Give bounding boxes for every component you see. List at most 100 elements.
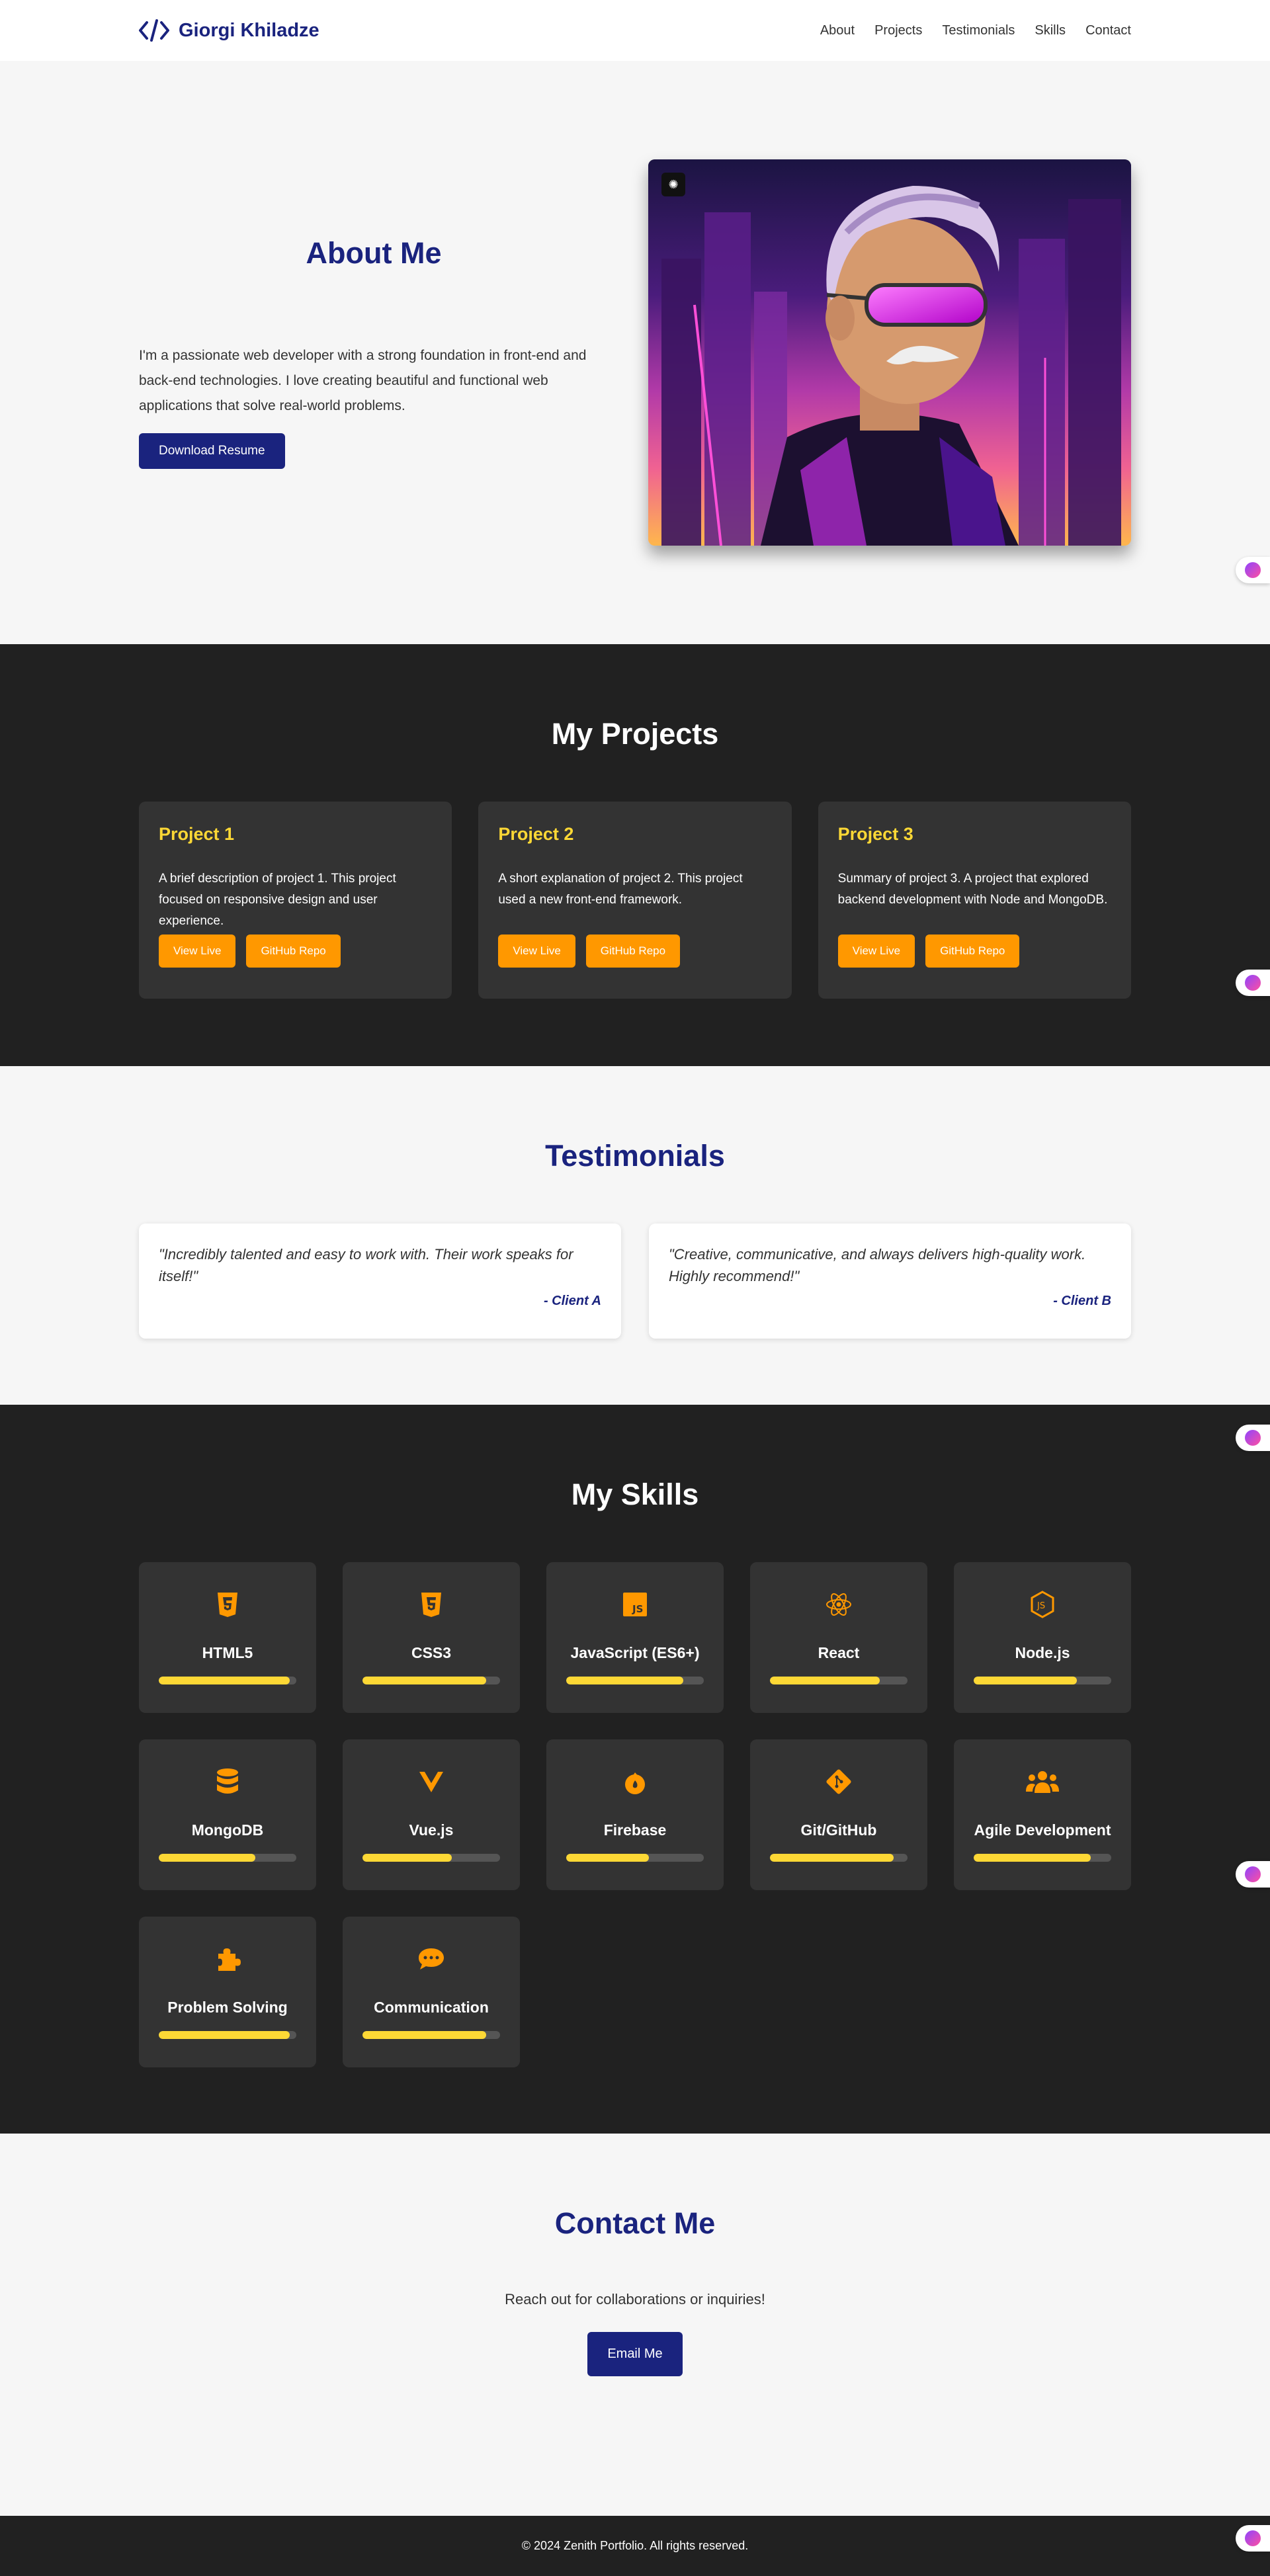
skill-card: Git/GitHub [750,1739,927,1890]
skill-name: Git/GitHub [800,1821,877,1839]
skills-title: My Skills [571,1477,699,1511]
about-section: About Me I'm a passionate web developer … [0,61,1270,644]
skill-progress-fill [770,1854,894,1862]
skill-card: React [750,1562,927,1713]
svg-text:JS: JS [632,1603,643,1615]
skill-name: Problem Solving [167,1999,288,2016]
view-live-button[interactable]: View Live [837,935,915,968]
project-buttons: View Live GitHub Repo [498,935,771,968]
contact-title: Contact Me [554,2206,716,2240]
css3-icon [362,1589,500,1620]
skill-progress-fill [362,1854,452,1862]
skill-name: React [818,1644,860,1661]
testimonial-grid: "Incredibly talented and easy to work wi… [0,1224,1270,1339]
skill-progress-bar [362,2031,500,2039]
skill-card: JS Node.js [954,1562,1131,1713]
brain-icon [1245,1866,1261,1882]
brain-icon [1245,1430,1261,1446]
skill-progress-bar [974,1677,1111,1684]
projects-section: My Projects Project 1 A brief descriptio… [0,644,1270,1066]
assistant-widget-button[interactable] [1236,2525,1270,2552]
contact-subtitle: Reach out for collaborations or inquirie… [505,2291,765,2307]
skill-progress-bar [566,1854,704,1862]
assistant-widget-button[interactable] [1236,1425,1270,1451]
skill-card: Firebase [546,1739,724,1890]
testimonials-title: Testimonials [545,1139,725,1173]
skill-progress-fill [974,1677,1077,1684]
javascript-icon: JS [566,1589,704,1620]
team-icon [974,1766,1111,1798]
skill-progress-fill [362,1677,487,1684]
skill-progress-fill [974,1854,1091,1862]
github-repo-button[interactable]: GitHub Repo [925,935,1020,968]
project-title: Project 2 [498,824,574,844]
skill-progress-bar [770,1854,908,1862]
assistant-widget-button[interactable] [1236,1861,1270,1888]
about-title: About Me [306,236,442,270]
project-buttons: View Live GitHub Repo [837,935,1111,968]
react-icon [770,1589,908,1620]
view-live-button[interactable]: View Live [498,935,575,968]
nav-testimonials[interactable]: Testimonials [942,23,1015,38]
project-card: Project 2 A short explanation of project… [478,802,792,999]
skill-progress-fill [566,1677,683,1684]
skill-progress-bar [159,1854,296,1862]
skill-card: MongoDB [139,1739,316,1890]
skill-card: HTML5 [139,1562,316,1713]
project-title: Project 3 [837,824,913,844]
projects-title: My Projects [551,717,719,751]
project-title: Project 1 [159,824,235,844]
logo[interactable]: Giorgi Khiladze [139,19,319,42]
nav-skills[interactable]: Skills [1035,23,1066,38]
brain-icon[interactable]: ✺ [661,173,685,196]
project-buttons: View Live GitHub Repo [159,935,432,968]
svg-text:JS: JS [1037,1601,1045,1611]
about-content: About Me I'm a passionate web developer … [139,236,609,469]
view-live-button[interactable]: View Live [159,935,236,968]
nav-projects[interactable]: Projects [874,23,922,38]
logo-text: Giorgi Khiladze [179,19,319,41]
download-resume-button[interactable]: Download Resume [139,433,285,469]
assistant-widget-button[interactable] [1236,970,1270,996]
brain-icon [1245,975,1261,991]
skill-progress-bar [362,1854,500,1862]
project-card: Project 3 Summary of project 3. A projec… [818,802,1131,999]
nav-about[interactable]: About [820,23,855,38]
skill-card: Vue.js [343,1739,520,1890]
testimonial-card: "Incredibly talented and easy to work wi… [139,1224,621,1339]
project-description: Summary of project 3. A project that exp… [837,872,1108,907]
skill-progress-fill [159,1677,290,1684]
skill-name: Firebase [603,1821,667,1839]
skill-name: Communication [374,1999,489,2016]
brain-icon [1245,562,1261,578]
testimonial-card: "Creative, communicative, and always del… [649,1224,1131,1339]
skills-section: My Skills HTML5 CSS3 JS JavaScript (ES6+) Re… [0,1405,1270,2134]
skill-card: Problem Solving [139,1917,316,2067]
skill-card: CSS3 [343,1562,520,1713]
skill-progress-fill [770,1677,880,1684]
skill-card: Communication [343,1917,520,2067]
site-footer: © 2024 Zenith Portfolio. All rights rese… [0,2516,1270,2576]
github-repo-button[interactable]: GitHub Repo [585,935,681,968]
footer-text: © 2024 Zenith Portfolio. All rights rese… [521,2539,749,2552]
database-icon [159,1766,296,1798]
testimonial-quote: "Incredibly talented and easy to work wi… [159,1246,573,1284]
project-description: A brief description of project 1. This p… [159,872,396,928]
profile-illustration [648,159,1131,546]
assistant-widget-button[interactable] [1236,557,1270,583]
testimonial-author: - Client B [1053,1294,1111,1308]
main-nav: About Projects Testimonials Skills Conta… [820,23,1131,38]
testimonial-author: - Client A [543,1294,601,1308]
skill-progress-bar [974,1854,1111,1862]
skill-progress-fill [159,2031,290,2039]
about-text: I'm a passionate web developer with a st… [139,348,587,413]
nodejs-icon: JS [974,1589,1111,1620]
skill-name: MongoDB [191,1821,264,1839]
chat-icon [362,1943,500,1975]
nav-contact[interactable]: Contact [1085,23,1131,38]
git-icon [770,1766,908,1798]
testimonial-quote: "Creative, communicative, and always del… [669,1246,1086,1284]
github-repo-button[interactable]: GitHub Repo [246,935,341,968]
email-me-button[interactable]: Email Me [587,2332,683,2376]
skill-progress-fill [362,2031,487,2039]
